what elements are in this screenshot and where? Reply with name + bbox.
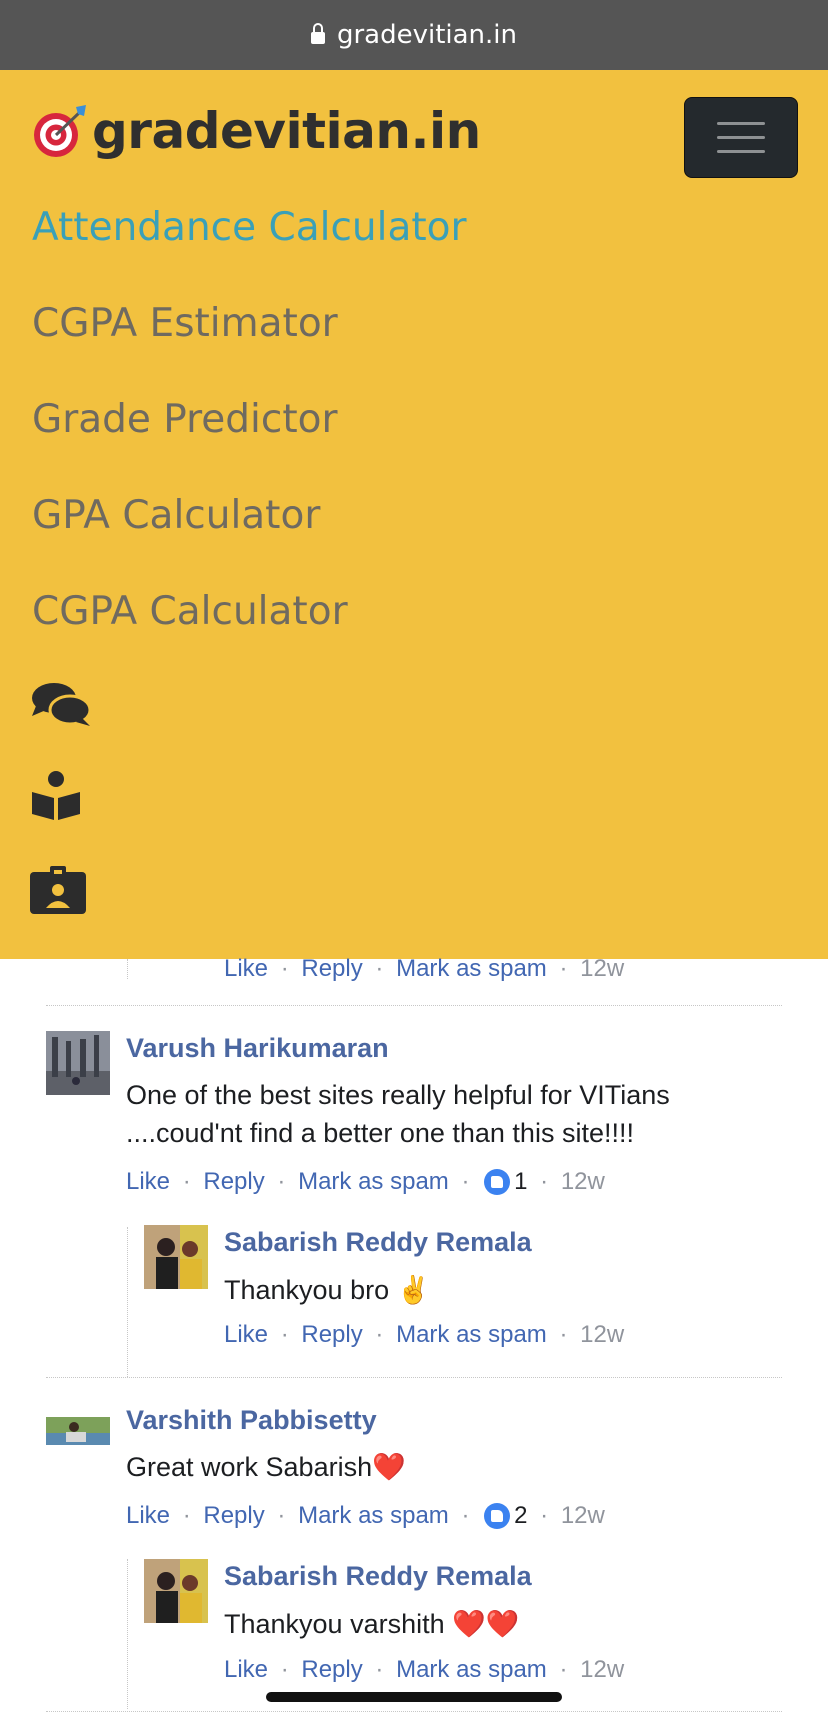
comment-actions: Like · Reply · Mark as spam · 2 · 12w bbox=[126, 1502, 605, 1530]
comment-author[interactable]: Varush Harikumaran bbox=[126, 1033, 389, 1064]
dart-target-icon bbox=[34, 105, 86, 157]
home-indicator[interactable] bbox=[266, 1692, 562, 1702]
reply-author[interactable]: Sabarish Reddy Remala bbox=[224, 1561, 532, 1592]
hamburger-icon bbox=[717, 122, 765, 125]
separator: · bbox=[559, 1321, 568, 1348]
hamburger-line bbox=[717, 136, 765, 139]
reply-actions: Like · Reply · Mark as spam · 12w bbox=[224, 1321, 624, 1349]
reply-link[interactable]: Reply bbox=[203, 1502, 264, 1529]
nav-cgpa-estimator[interactable]: CGPA Estimator bbox=[32, 301, 338, 346]
url-text: gradevitian.in bbox=[336, 20, 518, 50]
like-count: 1 bbox=[514, 1168, 528, 1195]
separator: · bbox=[540, 1502, 549, 1529]
separator: · bbox=[277, 1502, 286, 1529]
book-reader-icon[interactable] bbox=[30, 770, 82, 827]
comment-text: One of the best sites really helpful for… bbox=[126, 1080, 670, 1148]
separator: · bbox=[559, 1656, 568, 1683]
reply-thread-line bbox=[127, 959, 128, 979]
separator: · bbox=[277, 1168, 286, 1195]
brand-name: gradevitian.in bbox=[92, 102, 481, 160]
reply-actions: Like · Reply · Mark as spam · 12w bbox=[224, 1656, 624, 1684]
reply-thread-line bbox=[127, 1227, 128, 1377]
comment-author[interactable]: Varshith Pabbisetty bbox=[126, 1405, 377, 1436]
lock-icon bbox=[310, 23, 325, 44]
comment-text: Great work Sabarish❤️ bbox=[126, 1452, 406, 1482]
reply-author[interactable]: Sabarish Reddy Remala bbox=[224, 1227, 532, 1258]
like-link[interactable]: Like bbox=[224, 955, 268, 982]
mark-spam-link[interactable]: Mark as spam bbox=[298, 1502, 449, 1529]
avatar[interactable] bbox=[144, 1225, 208, 1289]
mark-spam-link[interactable]: Mark as spam bbox=[396, 1321, 547, 1348]
browser-url-bar[interactable]: gradevitian.in bbox=[0, 0, 828, 70]
comments-icon[interactable] bbox=[30, 680, 92, 735]
nav-grade-predictor[interactable]: Grade Predictor bbox=[32, 397, 338, 442]
separator: · bbox=[540, 1168, 549, 1195]
avatar[interactable] bbox=[46, 1403, 110, 1467]
comment-divider bbox=[46, 1377, 782, 1378]
like-thumb-icon bbox=[484, 1169, 511, 1195]
separator: · bbox=[182, 1168, 191, 1195]
brand-link[interactable]: gradevitian.in bbox=[32, 102, 481, 160]
reply-link[interactable]: Reply bbox=[203, 1168, 264, 1195]
avatar[interactable] bbox=[144, 1559, 208, 1623]
separator: · bbox=[280, 1656, 289, 1683]
reply-link[interactable]: Reply bbox=[301, 1656, 362, 1683]
nav-cgpa-calculator[interactable]: CGPA Calculator bbox=[32, 589, 348, 634]
reply-text: Thankyou varshith ❤️❤️ bbox=[224, 1609, 520, 1639]
mark-spam-link[interactable]: Mark as spam bbox=[298, 1168, 449, 1195]
separator: · bbox=[461, 1168, 470, 1195]
separator: · bbox=[280, 955, 289, 982]
like-link[interactable]: Like bbox=[224, 1321, 268, 1348]
separator: · bbox=[375, 1321, 384, 1348]
separator: · bbox=[559, 955, 568, 982]
hamburger-line bbox=[717, 150, 765, 153]
separator: · bbox=[375, 1656, 384, 1683]
comment-divider bbox=[46, 1005, 782, 1006]
timestamp: 12w bbox=[580, 955, 625, 982]
mark-spam-link[interactable]: Mark as spam bbox=[396, 955, 547, 982]
timestamp: 12w bbox=[580, 1321, 625, 1348]
comment-actions: Like · Reply · Mark as spam · 1 · 12w bbox=[126, 1168, 605, 1196]
separator: · bbox=[375, 955, 384, 982]
avatar[interactable] bbox=[46, 1031, 110, 1095]
separator: · bbox=[461, 1502, 470, 1529]
separator: · bbox=[182, 1502, 191, 1529]
timestamp: 12w bbox=[580, 1656, 625, 1683]
nav-attendance-calculator[interactable]: Attendance Calculator bbox=[32, 205, 467, 250]
comment-actions: Like · Reply · Mark as spam · 12w bbox=[224, 955, 624, 983]
timestamp: 12w bbox=[560, 1502, 605, 1529]
separator: · bbox=[280, 1321, 289, 1348]
reply-thread-line bbox=[127, 1559, 128, 1709]
timestamp: 12w bbox=[560, 1168, 605, 1195]
like-link[interactable]: Like bbox=[224, 1656, 268, 1683]
like-count: 2 bbox=[514, 1502, 528, 1529]
nav-gpa-calculator[interactable]: GPA Calculator bbox=[32, 493, 320, 538]
like-link[interactable]: Like bbox=[126, 1168, 170, 1195]
navbar-toggle-button[interactable] bbox=[684, 97, 798, 178]
reply-link[interactable]: Reply bbox=[301, 955, 362, 982]
site-navbar: gradevitian.in Attendance Calculator CGP… bbox=[0, 70, 828, 959]
reply-link[interactable]: Reply bbox=[301, 1321, 362, 1348]
mark-spam-link[interactable]: Mark as spam bbox=[396, 1656, 547, 1683]
like-thumb-icon bbox=[484, 1503, 511, 1529]
like-link[interactable]: Like bbox=[126, 1502, 170, 1529]
comment-divider bbox=[46, 1711, 782, 1712]
id-badge-icon[interactable] bbox=[30, 866, 86, 919]
reply-text: Thankyou bro ✌ bbox=[224, 1275, 431, 1305]
